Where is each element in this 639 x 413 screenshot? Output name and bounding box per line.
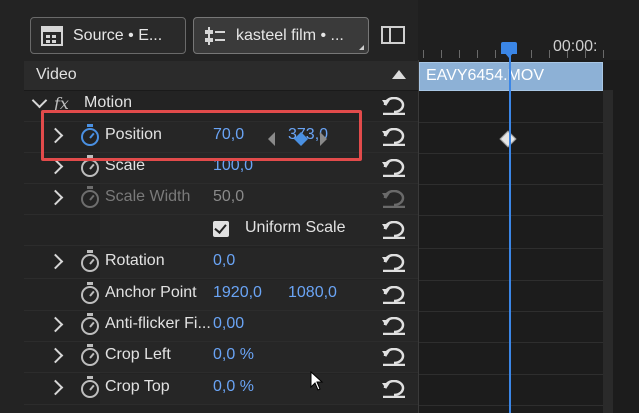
- tab-source-label: Source • E...: [73, 26, 163, 44]
- twirl-right-icon[interactable]: [47, 316, 64, 333]
- property-row-uniform-scale[interactable]: Uniform Scale: [24, 215, 418, 246]
- property-row-crop-top[interactable]: Crop Top 0,0 %: [24, 374, 418, 405]
- property-label: Anchor Point: [105, 284, 197, 301]
- timeline-timecode: 00:00:: [553, 38, 598, 55]
- crop-left-value[interactable]: 0,0 %: [213, 346, 254, 364]
- twirl-right-icon[interactable]: [47, 253, 64, 270]
- clip-name: EAVY6454.MOV: [426, 67, 544, 84]
- rotation-value[interactable]: 0,0: [213, 252, 235, 270]
- property-row-anti-flicker[interactable]: Anti-flicker Fi... 0,00: [24, 311, 418, 342]
- stopwatch-icon[interactable]: [81, 155, 99, 177]
- stopwatch-icon[interactable]: [81, 313, 99, 335]
- stopwatch-icon[interactable]: [81, 376, 99, 398]
- crop-top-value[interactable]: 0,0 %: [213, 378, 254, 396]
- stopwatch-icon[interactable]: [81, 344, 99, 366]
- mouse-cursor-icon: [310, 371, 324, 391]
- scale-width-value: 50,0: [213, 188, 245, 205]
- anti-flicker-value[interactable]: 0,00: [213, 315, 244, 333]
- reset-parameter-icon[interactable]: [381, 286, 407, 304]
- property-row-anchor-point[interactable]: Anchor Point 1920,0 1080,0: [24, 280, 418, 311]
- property-label: Crop Top: [105, 378, 170, 395]
- stopwatch-icon[interactable]: [81, 250, 99, 272]
- timeline-ruler[interactable]: [418, 0, 639, 60]
- reset-parameter-icon[interactable]: [381, 348, 407, 366]
- uniform-scale-checkbox[interactable]: [213, 221, 229, 237]
- timeline-vertical-scrollbar[interactable]: [603, 90, 613, 413]
- reset-parameter-icon[interactable]: [381, 221, 407, 239]
- source-monitor-icon: [41, 25, 63, 46]
- tab-effect-controls[interactable]: kasteel film • ...: [193, 17, 369, 54]
- property-row-crop-left[interactable]: Crop Left 0,0 %: [24, 342, 418, 373]
- collapse-up-icon[interactable]: [392, 70, 406, 79]
- tab-effect-controls-label: kasteel film • ...: [236, 26, 344, 44]
- toggle-timeline-view-icon[interactable]: [381, 25, 405, 45]
- property-row-rotation[interactable]: Rotation 0,0: [24, 248, 418, 279]
- annotation-highlight-box: [41, 110, 362, 161]
- reset-parameter-icon[interactable]: [381, 317, 407, 335]
- reset-parameter-icon[interactable]: [381, 254, 407, 272]
- reset-parameter-icon[interactable]: [381, 380, 407, 398]
- reset-parameter-icon[interactable]: [381, 159, 407, 177]
- reset-effect-icon[interactable]: [381, 97, 407, 115]
- property-label: Scale Width: [105, 188, 191, 205]
- twirl-right-icon[interactable]: [47, 379, 64, 396]
- anchor-x-value[interactable]: 1920,0: [213, 284, 262, 302]
- timeline-clip[interactable]: EAVY6454.MOV: [419, 62, 603, 91]
- stopwatch-icon[interactable]: [81, 282, 99, 304]
- twirl-right-icon[interactable]: [47, 189, 64, 206]
- section-title: Video: [36, 66, 77, 83]
- twirl-right-icon[interactable]: [47, 158, 64, 175]
- tab-menu-chevron-icon[interactable]: [359, 45, 364, 50]
- reset-parameter-icon[interactable]: [381, 128, 407, 146]
- checkbox-label: Uniform Scale: [245, 219, 346, 236]
- property-row-scale-width: Scale Width 50,0: [24, 184, 418, 215]
- effect-controls-icon: [205, 26, 225, 45]
- property-label: Crop Left: [105, 346, 171, 363]
- twirl-right-icon[interactable]: [47, 347, 64, 364]
- property-label: Anti-flicker Fi...: [105, 315, 211, 332]
- playhead-line[interactable]: [509, 52, 511, 413]
- playhead-handle[interactable]: [501, 42, 517, 58]
- twirl-down-icon[interactable]: [31, 92, 48, 109]
- reset-parameter-disabled-icon: [382, 190, 405, 208]
- video-section-header[interactable]: Video: [24, 61, 418, 91]
- anchor-y-value[interactable]: 1080,0: [288, 284, 337, 302]
- property-label: Rotation: [105, 252, 165, 269]
- stopwatch-disabled-icon: [81, 186, 99, 208]
- tab-source[interactable]: Source • E...: [30, 17, 186, 54]
